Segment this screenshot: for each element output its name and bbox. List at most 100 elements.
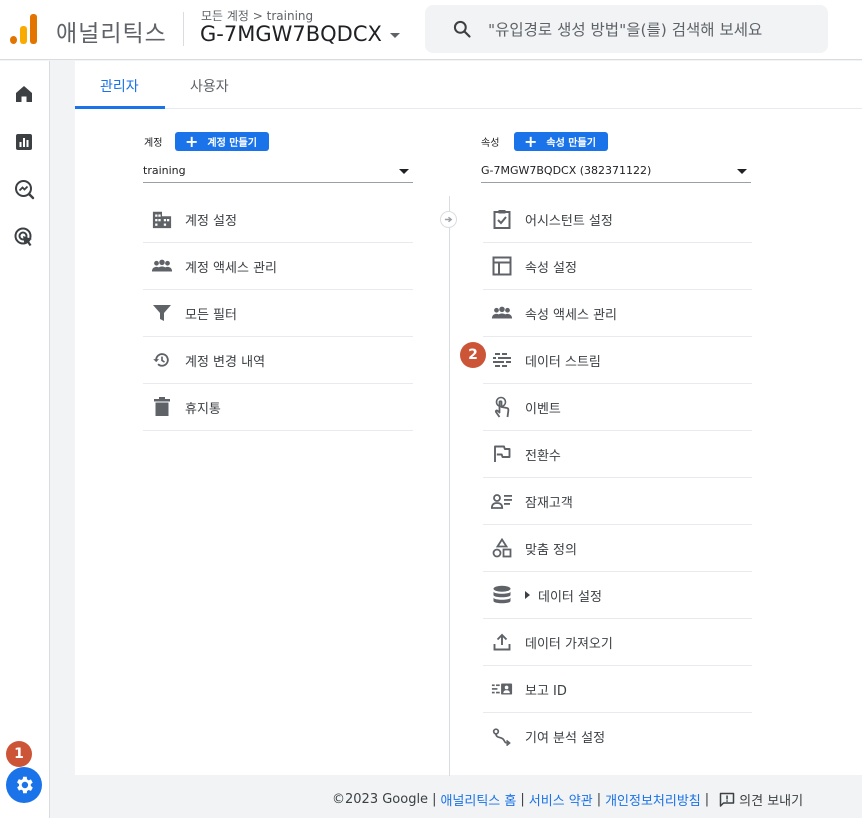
menu-item-label: 데이터 가져오기 [525, 636, 613, 652]
attribution-icon [491, 726, 513, 748]
search-icon [453, 20, 471, 38]
caret-right-icon[interactable] [525, 591, 530, 599]
menu-item-account-access[interactable]: 계정 액세스 관리 [143, 243, 413, 290]
top-header: 애널리틱스 모든 계정 > training G-7MGW7BQDCX "유입경… [0, 0, 862, 60]
menu-item-label: 보고 ID [525, 683, 567, 699]
menu-item-label: 잠재고객 [525, 495, 573, 511]
create-property-label: 속성 만들기 [546, 138, 596, 149]
database-icon [491, 584, 513, 606]
menu-item-label: 이벤트 [525, 401, 561, 417]
tab-user[interactable]: 사용자 [190, 76, 229, 96]
send-feedback-button[interactable]: 의견 보내기 [719, 790, 803, 809]
tab-bar: 관리자 사용자 [75, 61, 862, 109]
plus-icon: + [524, 131, 538, 151]
menu-item-property-settings[interactable]: 속성 설정 [483, 243, 752, 290]
home-icon[interactable] [12, 82, 36, 106]
menu-item-custom-definitions[interactable]: 맞춤 정의 [483, 525, 752, 572]
property-name: G-7MGW7BQDCX [200, 22, 382, 46]
analytics-logo-icon[interactable] [10, 14, 38, 44]
building-icon [151, 208, 173, 230]
create-account-button[interactable]: + 계정 만들기 [175, 132, 269, 151]
footer-link-analytics-home[interactable]: 애널리틱스 홈 [440, 790, 516, 809]
chevron-down-icon [737, 169, 747, 174]
property-select-value: G-7MGW7BQDCX (382371122) [481, 164, 652, 177]
menu-item-reporting-identity[interactable]: 보고 ID [483, 666, 752, 713]
menu-item-data-settings[interactable]: 데이터 설정 [483, 572, 752, 619]
people-icon [491, 302, 513, 324]
left-nav [0, 61, 50, 818]
advertising-icon[interactable] [12, 225, 36, 249]
account-select-value: training [143, 164, 186, 177]
search-bar[interactable]: "유입경로 생성 방법"을(를) 검색해 보세요 [425, 5, 828, 53]
flag-icon [491, 443, 513, 465]
layout-icon [491, 255, 513, 277]
step-badge-1: 1 [6, 741, 32, 767]
filter-icon [151, 302, 173, 324]
footer-link-terms[interactable]: 서비스 약관 [529, 790, 593, 809]
copyright: ©2023 Google [332, 792, 429, 807]
menu-item-data-import[interactable]: 데이터 가져오기 [483, 619, 752, 666]
footer: ©2023 Google | 애널리틱스 홈 | 서비스 약관 | 개인정보처리… [332, 790, 804, 809]
shapes-icon [491, 537, 513, 559]
menu-item-label: 데이터 스트림 [525, 354, 601, 370]
arrow-right-icon [444, 216, 453, 223]
search-input[interactable]: "유입경로 생성 방법"을(를) 검색해 보세요 [488, 18, 762, 40]
menu-item-label: 계정 설정 [185, 213, 237, 229]
menu-item-trash[interactable]: 휴지통 [143, 384, 413, 431]
feedback-icon [719, 792, 735, 807]
account-select[interactable]: training [143, 159, 413, 183]
upload-icon [491, 631, 513, 653]
menu-item-label: 속성 액세스 관리 [525, 307, 617, 323]
tab-admin[interactable]: 관리자 [100, 76, 139, 96]
checklist-icon [491, 208, 513, 230]
explore-icon[interactable] [12, 177, 36, 201]
step-badge-2: 2 [460, 342, 486, 368]
chevron-down-icon [389, 33, 400, 38]
report-id-icon [491, 678, 513, 700]
active-tab-indicator [75, 106, 165, 109]
menu-item-label: 휴지통 [185, 401, 221, 417]
menu-item-label: 계정 변경 내역 [185, 354, 266, 370]
menu-item-audiences[interactable]: 잠재고객 [483, 478, 752, 525]
reports-icon[interactable] [12, 130, 36, 154]
gear-icon [17, 776, 33, 794]
admin-panel: 관리자 사용자 계정 + 계정 만들기 training 계정 설정 계정 액세… [75, 61, 862, 775]
menu-item-events[interactable]: 이벤트 [483, 384, 752, 431]
audience-icon [491, 490, 513, 512]
history-icon [151, 349, 173, 371]
menu-item-label: 맞춤 정의 [525, 542, 577, 558]
menu-item-setup-assistant[interactable]: 어시스턴트 설정 [483, 196, 752, 243]
menu-item-label: 기여 분석 설정 [525, 731, 606, 746]
menu-item-all-filters[interactable]: 모든 필터 [143, 290, 413, 337]
menu-item-label: 전환수 [525, 448, 561, 464]
menu-item-account-settings[interactable]: 계정 설정 [143, 196, 413, 243]
account-column-label: 계정 [144, 138, 163, 149]
feedback-label: 의견 보내기 [739, 794, 804, 809]
column-divider [449, 196, 450, 776]
menu-item-conversions[interactable]: 전환수 [483, 431, 752, 478]
menu-item-label: 데이터 설정 [538, 589, 602, 605]
menu-item-label: 어시스턴트 설정 [525, 213, 613, 229]
menu-item-label: 모든 필터 [185, 307, 237, 323]
menu-item-attribution-settings[interactable]: 기여 분석 설정 [483, 713, 752, 760]
stream-icon [491, 349, 513, 371]
create-property-button[interactable]: + 속성 만들기 [514, 132, 608, 151]
people-icon [151, 255, 173, 277]
property-select[interactable]: G-7MGW7BQDCX (382371122) [481, 159, 751, 183]
trash-icon [151, 396, 173, 418]
column-link-arrow [440, 211, 457, 228]
menu-item-property-access[interactable]: 속성 액세스 관리 [483, 290, 752, 337]
admin-settings-button[interactable] [6, 767, 42, 803]
touch-icon [491, 396, 513, 418]
menu-item-label: 속성 설정 [525, 260, 577, 276]
menu-item-label: 계정 액세스 관리 [185, 260, 277, 276]
footer-link-privacy[interactable]: 개인정보처리방침 [605, 790, 701, 809]
chevron-down-icon [399, 169, 409, 174]
menu-item-data-streams[interactable]: 데이터 스트림 [483, 337, 752, 384]
app-name[interactable]: 애널리틱스 [56, 14, 167, 48]
create-account-label: 계정 만들기 [207, 138, 257, 149]
header-divider [183, 12, 184, 46]
property-selector[interactable]: G-7MGW7BQDCX [200, 22, 400, 46]
menu-item-account-change-history[interactable]: 계정 변경 내역 [143, 337, 413, 384]
property-column-label: 속성 [481, 138, 500, 149]
